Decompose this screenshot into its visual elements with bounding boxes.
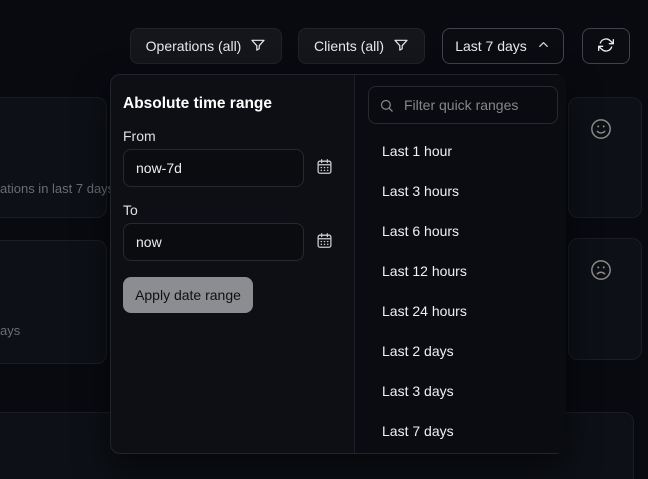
quick-range-item[interactable]: Last 12 hours (355, 251, 566, 291)
operations-filter-label: Operations (all) (146, 38, 242, 54)
stat-card-caption: ays (0, 323, 20, 338)
clients-filter-button[interactable]: Clients (all) (298, 28, 425, 64)
quick-range-item[interactable]: Last 3 days (355, 371, 566, 411)
frown-icon (590, 259, 612, 281)
filter-icon (250, 37, 266, 56)
from-label: From (123, 128, 156, 144)
absolute-time-range-section: Absolute time range From To (111, 75, 354, 453)
app-screen: ations in last 7 days ays Operations (al… (0, 0, 648, 479)
chevron-up-icon (536, 37, 551, 55)
quick-ranges-section: Last 1 hourLast 3 hoursLast 6 hoursLast … (354, 75, 566, 453)
quick-range-filter-input[interactable] (402, 96, 547, 114)
stat-card-mid-left (0, 240, 107, 364)
quick-range-item[interactable]: Last 3 hours (355, 171, 566, 211)
filter-icon (393, 37, 409, 56)
quick-range-item[interactable]: Last 1 hour (355, 131, 566, 171)
stat-card-mid-right (568, 238, 642, 360)
operations-filter-button[interactable]: Operations (all) (130, 28, 282, 64)
to-calendar-button[interactable] (309, 223, 339, 261)
stat-card-top-left (0, 97, 107, 218)
quick-range-item[interactable]: Last 2 days (355, 331, 566, 371)
smile-icon (590, 118, 612, 140)
quick-range-search[interactable] (368, 86, 558, 124)
to-input[interactable] (123, 223, 304, 261)
time-range-label: Last 7 days (455, 38, 527, 54)
stat-card-top-right (568, 97, 642, 218)
quick-range-item[interactable]: Last 6 hours (355, 211, 566, 251)
apply-date-range-button[interactable]: Apply date range (123, 277, 253, 313)
quick-range-item[interactable]: Last 24 hours (355, 291, 566, 331)
time-range-button[interactable]: Last 7 days (442, 28, 564, 64)
from-input[interactable] (123, 149, 304, 187)
to-label: To (123, 202, 138, 218)
stat-card-caption: ations in last 7 days (0, 181, 114, 196)
quick-range-list: Last 1 hourLast 3 hoursLast 6 hoursLast … (355, 131, 566, 451)
time-picker-panel: Absolute time range From To (110, 74, 565, 454)
panel-title: Absolute time range (123, 95, 272, 113)
from-calendar-button[interactable] (309, 149, 339, 187)
calendar-icon (316, 232, 333, 252)
refresh-icon (598, 37, 614, 56)
quick-range-item[interactable]: Last 7 days (355, 411, 566, 451)
search-icon (379, 98, 394, 113)
calendar-icon (316, 158, 333, 178)
clients-filter-label: Clients (all) (314, 38, 384, 54)
refresh-button[interactable] (582, 28, 630, 64)
